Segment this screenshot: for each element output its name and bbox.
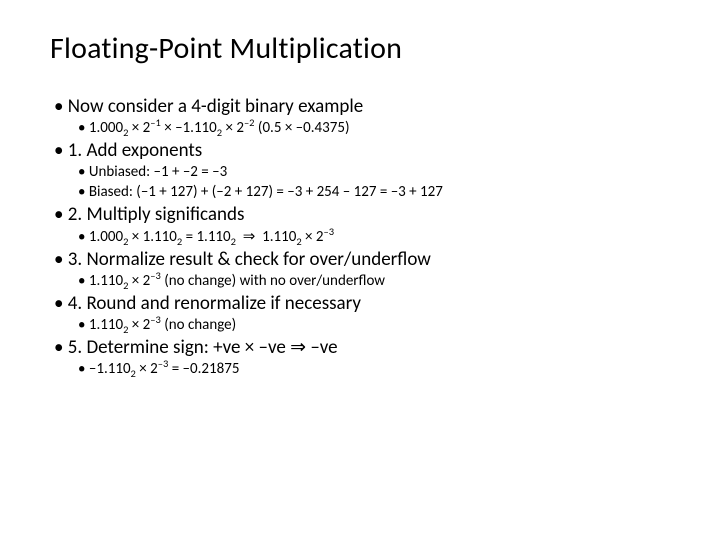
bullet-level1: 2. Multiply significands (50, 203, 680, 226)
bullet-level2: Biased: (–1 + 127) + (–2 + 127) = –3 + 2… (50, 183, 680, 201)
slide-title: Floating-Point Multiplication (50, 30, 680, 67)
bullet-level2: 1.0002 × 1.1102 = 1.1102 ⇒ 1.1102 × 2–3 (50, 227, 680, 246)
bullet-level1: 1. Add exponents (50, 139, 680, 162)
bullet-level1: 5. Determine sign: +ve × –ve ⇒ –ve (50, 336, 680, 359)
slide-body: Now consider a 4-digit binary example1.0… (50, 95, 680, 378)
bullet-level1: 4. Round and renormalize if necessary (50, 292, 680, 315)
bullet-level1: 3. Normalize result & check for over/und… (50, 248, 680, 271)
bullet-level1: Now consider a 4-digit binary example (50, 95, 680, 118)
bullet-level2: 1.1102 × 2–3 (no change) with no over/un… (50, 272, 680, 290)
slide: Floating-Point Multiplication Now consid… (0, 0, 720, 540)
bullet-level2: Unbiased: –1 + –2 = –3 (50, 163, 680, 181)
bullet-level2: 1.1102 × 2–3 (no change) (50, 316, 680, 334)
bullet-level2: 1.0002 × 2–1 × –1.1102 × 2–2 (0.5 × –0.4… (50, 119, 680, 137)
bullet-level2: –1.1102 × 2–3 = –0.21875 (50, 360, 680, 378)
